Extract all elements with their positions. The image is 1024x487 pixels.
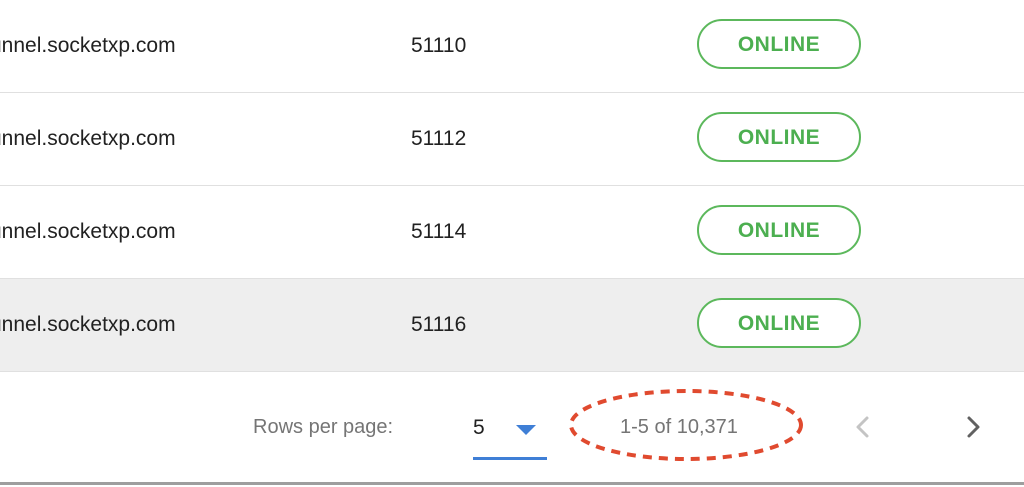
table-row[interactable]: unnel.socketxp.com 51116 ONLINE bbox=[0, 279, 1024, 372]
status-badge: ONLINE bbox=[697, 205, 861, 255]
port-cell: 51112 bbox=[411, 127, 467, 150]
rows-per-page-label: Rows per page: bbox=[253, 416, 394, 438]
chevron-left-icon bbox=[856, 416, 869, 438]
bottom-divider bbox=[0, 482, 1024, 485]
pagination-range: 1-5 of 10,371 bbox=[620, 416, 738, 438]
port-cell: 51116 bbox=[411, 313, 467, 336]
host-cell: unnel.socketxp.com bbox=[0, 313, 176, 336]
table-row[interactable]: unnel.socketxp.com 51110 ONLINE bbox=[0, 0, 1024, 93]
host-cell: unnel.socketxp.com bbox=[0, 220, 176, 243]
port-cell: 51110 bbox=[411, 34, 467, 57]
host-cell: unnel.socketxp.com bbox=[0, 127, 176, 150]
host-cell: unnel.socketxp.com bbox=[0, 34, 176, 57]
port-cell: 51114 bbox=[411, 220, 467, 243]
status-badge: ONLINE bbox=[697, 298, 861, 348]
rows-per-page-value: 5 bbox=[473, 416, 485, 439]
previous-page-button[interactable] bbox=[848, 410, 878, 444]
status-badge: ONLINE bbox=[697, 112, 861, 162]
status-badge: ONLINE bbox=[697, 19, 861, 69]
devices-table: unnel.socketxp.com 51110 ONLINE unnel.so… bbox=[0, 0, 1024, 372]
table-row[interactable]: unnel.socketxp.com 51112 ONLINE bbox=[0, 93, 1024, 186]
caret-down-icon bbox=[516, 425, 536, 435]
next-page-button[interactable] bbox=[958, 410, 988, 444]
table-pagination: Rows per page: 5 1-5 of 10,371 bbox=[0, 372, 1024, 484]
rows-per-page-select[interactable]: 5 bbox=[473, 410, 547, 460]
table-row[interactable]: unnel.socketxp.com 51114 ONLINE bbox=[0, 186, 1024, 279]
chevron-right-icon bbox=[967, 416, 980, 438]
